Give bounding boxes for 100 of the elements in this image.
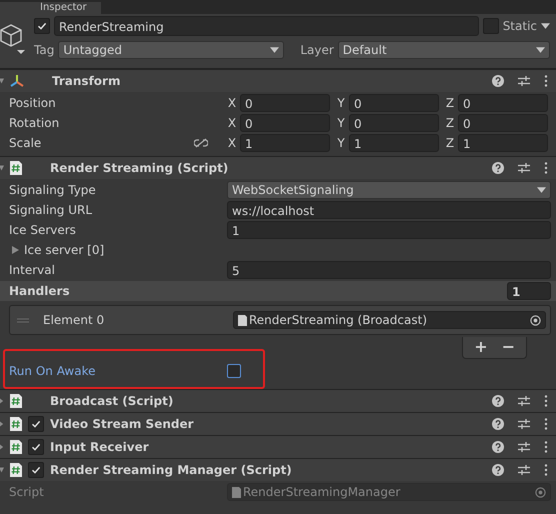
property-label: Signaling URL xyxy=(9,203,94,217)
static-label: Static xyxy=(502,19,537,33)
help-icon[interactable] xyxy=(492,395,504,407)
checkbox[interactable] xyxy=(482,18,499,34)
checkbox[interactable] xyxy=(34,18,50,34)
property-label: Signaling Type xyxy=(9,183,97,197)
component-header[interactable]: Video Stream Sender xyxy=(0,412,556,435)
input-field[interactable]: 1 xyxy=(227,221,551,239)
component-title: Transform xyxy=(52,74,120,88)
more-icon[interactable] xyxy=(544,418,548,430)
axis-label: Z xyxy=(445,136,455,150)
component-header[interactable]: Broadcast (Script) xyxy=(0,389,556,412)
script-file-icon xyxy=(238,314,247,326)
axes-icon xyxy=(10,74,24,88)
dropdown[interactable]: WebSocketSignaling xyxy=(227,181,551,199)
property-label: Position xyxy=(9,96,57,110)
checkmark-icon xyxy=(37,21,47,31)
inspector-tab[interactable]: Inspector xyxy=(0,2,101,14)
axis-label: X xyxy=(227,116,237,130)
more-icon[interactable] xyxy=(544,441,548,453)
script-file-icon xyxy=(232,486,241,498)
number-field[interactable]: 0 xyxy=(349,114,439,132)
component-header[interactable]: Render Streaming (Script) xyxy=(0,156,556,179)
input-field[interactable]: 5 xyxy=(227,261,551,279)
caret-icon xyxy=(270,47,280,53)
link-icon[interactable] xyxy=(194,138,208,148)
foldout-arrow-icon[interactable] xyxy=(0,397,4,405)
checkbox[interactable] xyxy=(28,462,44,478)
add-button[interactable]: + xyxy=(469,338,493,356)
foldout-arrow-icon[interactable] xyxy=(0,420,4,428)
list-header[interactable]: Handlers 1 xyxy=(0,281,556,301)
property-label: Script xyxy=(9,485,45,499)
cube-icon[interactable] xyxy=(0,22,28,56)
axis-label: X xyxy=(227,136,237,150)
foldout-item[interactable]: Ice server [0] xyxy=(9,243,104,257)
help-icon[interactable] xyxy=(492,464,504,476)
component-header[interactable]: Input Receiver xyxy=(0,435,556,458)
component-title: Render Streaming (Script) xyxy=(50,161,228,175)
foldout-arrow-icon[interactable] xyxy=(0,164,4,172)
presets-icon[interactable] xyxy=(518,441,530,453)
axis-label: Z xyxy=(445,116,455,130)
checkmark-icon xyxy=(31,442,41,452)
name-field[interactable]: RenderStreaming xyxy=(54,16,479,36)
component-title: Broadcast (Script) xyxy=(50,394,174,408)
foldout-arrow-icon[interactable] xyxy=(0,466,4,474)
property-label: Interval xyxy=(9,263,56,277)
script-icon xyxy=(10,394,22,408)
presets-icon[interactable] xyxy=(518,75,530,87)
layer-dropdown[interactable]: Default xyxy=(338,41,550,59)
component-header[interactable]: Transform xyxy=(0,69,556,92)
count-field[interactable]: 1 xyxy=(507,282,551,300)
layer-label: Layer xyxy=(300,43,334,57)
number-field[interactable]: 0 xyxy=(240,94,330,112)
property-label: Rotation xyxy=(9,116,60,130)
number-field[interactable]: 1 xyxy=(349,134,439,152)
presets-icon[interactable] xyxy=(518,418,530,430)
more-icon[interactable] xyxy=(544,162,548,174)
foldout-arrow-icon[interactable] xyxy=(0,443,4,451)
remove-button[interactable]: − xyxy=(496,338,520,356)
element-label: Element 0 xyxy=(43,313,106,327)
axis-label: Z xyxy=(445,96,455,110)
property-label: Ice Servers xyxy=(9,223,77,237)
help-icon[interactable] xyxy=(492,441,504,453)
checkbox[interactable] xyxy=(28,439,44,455)
help-icon[interactable] xyxy=(492,75,504,87)
axis-label: Y xyxy=(336,116,346,130)
number-field[interactable]: 1 xyxy=(458,134,548,152)
checkmark-icon xyxy=(31,465,41,475)
checkmark-icon xyxy=(31,419,41,429)
help-icon[interactable] xyxy=(492,418,504,430)
number-field[interactable]: 0 xyxy=(458,94,548,112)
object-picker-icon[interactable] xyxy=(530,314,541,326)
more-icon[interactable] xyxy=(544,395,548,407)
number-field[interactable]: 0 xyxy=(458,114,548,132)
object-field[interactable]: RenderStreaming (Broadcast) xyxy=(233,311,546,329)
tag-dropdown[interactable]: Untagged xyxy=(58,41,284,59)
presets-icon[interactable] xyxy=(518,464,530,476)
component-title: Input Receiver xyxy=(50,440,149,454)
script-icon xyxy=(10,161,22,175)
foldout-arrow-icon[interactable] xyxy=(0,77,4,85)
input-field[interactable]: ws://localhost xyxy=(227,201,551,219)
more-icon[interactable] xyxy=(544,464,548,476)
script-icon xyxy=(10,417,22,431)
script-icon xyxy=(10,440,22,454)
component-title: Render Streaming Manager (Script) xyxy=(50,463,292,477)
more-icon[interactable] xyxy=(544,75,548,87)
triangle-icon xyxy=(12,246,20,254)
number-field[interactable]: 0 xyxy=(349,94,439,112)
checkbox[interactable] xyxy=(28,416,44,432)
axis-label: Y xyxy=(336,136,346,150)
axis-label: Y xyxy=(336,96,346,110)
checkbox[interactable] xyxy=(227,364,241,378)
drag-handle-icon[interactable] xyxy=(17,318,29,322)
presets-icon[interactable] xyxy=(518,162,530,174)
presets-icon[interactable] xyxy=(518,395,530,407)
number-field[interactable]: 0 xyxy=(240,114,330,132)
help-icon[interactable] xyxy=(492,162,504,174)
number-field[interactable]: 1 xyxy=(240,134,330,152)
property-label: Run On Awake xyxy=(9,364,96,378)
component-header[interactable]: Render Streaming Manager (Script) xyxy=(0,458,556,481)
